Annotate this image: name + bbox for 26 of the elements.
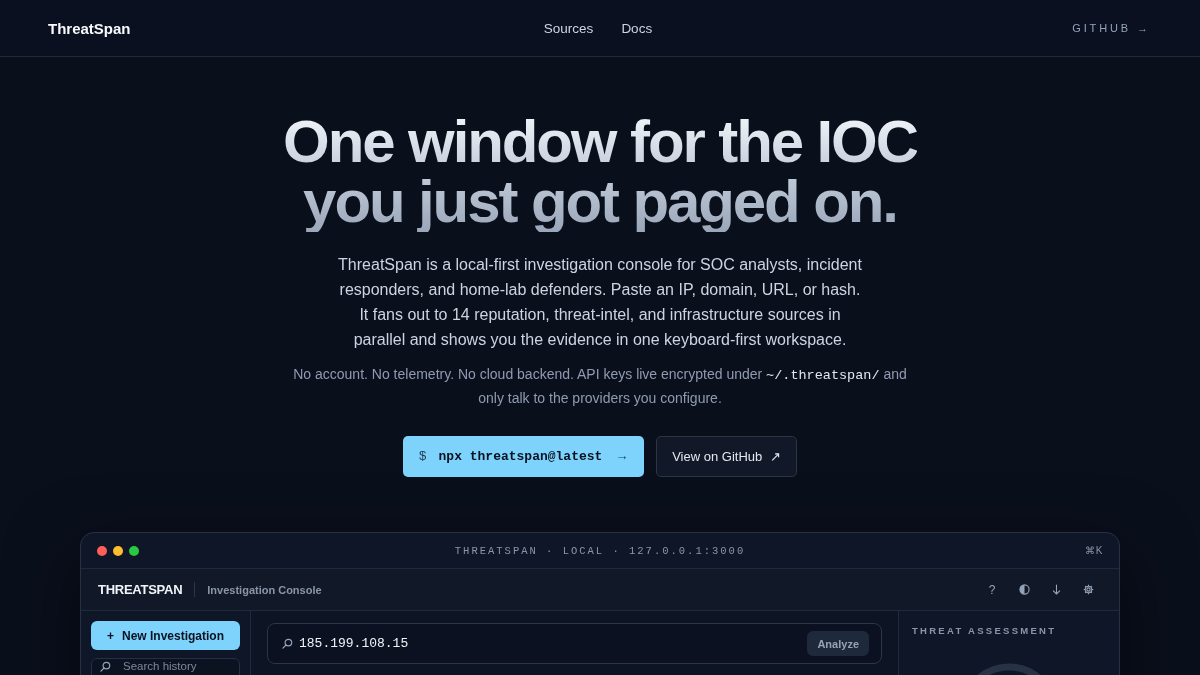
app-logo: THREATSPAN — [98, 582, 183, 597]
history-search-field[interactable]: Search history — [91, 658, 240, 675]
window-close-button[interactable] — [97, 545, 107, 556]
install-command-button[interactable]: $ npx threatspan@latest → — [402, 436, 645, 477]
help-button[interactable]: ? — [976, 575, 1008, 604]
down-arrow-icon — [1051, 584, 1061, 595]
hero-description: ThreatSpan is a local-first investigation console for SOC analysts, incident responders, and home-lab defenders. Paste an IP, domain, URL, or hash. It fans out to 14 reputation, threat-intel, and infrastructure sources in parallel and shows you the evidence in one keyboard-first workspace. — [337, 255, 863, 350]
shortcut-hint: ⌘K — [1085, 545, 1103, 556]
nav-link[interactable]: Sources — [543, 20, 594, 36]
settings-icon — [1082, 584, 1094, 595]
analyze-button[interactable]: Analyze — [807, 631, 869, 656]
window-title: THREATSPAN · LOCAL · 127.0.0.1:3000 — [454, 544, 746, 557]
window-minimize-button[interactable] — [113, 545, 123, 556]
query-field[interactable]: 185.199.108.15 Analyze — [267, 623, 882, 664]
search-icon — [100, 661, 111, 672]
github-link[interactable]: GITHUB → — [1072, 22, 1148, 34]
window-maximize-button[interactable] — [129, 545, 139, 556]
github-button[interactable]: View on GitHub ↗ — [656, 436, 798, 477]
panel-title: THREAT ASSESSMENT — [912, 625, 1058, 636]
search-icon — [282, 638, 293, 649]
new-investigation-button[interactable]: + New Investigation — [91, 621, 240, 650]
app-subtitle: Investigation Console — [207, 583, 322, 596]
privacy-note: No account. No telemetry. No cloud backend. API keys live encrypted under ~/.threatspan/ and only talk to the providers you configure. — [292, 365, 908, 408]
nav-link[interactable]: Docs — [621, 20, 653, 36]
brand-logo[interactable]: ThreatSpan — [48, 19, 131, 37]
contrast-icon — [1018, 584, 1030, 595]
